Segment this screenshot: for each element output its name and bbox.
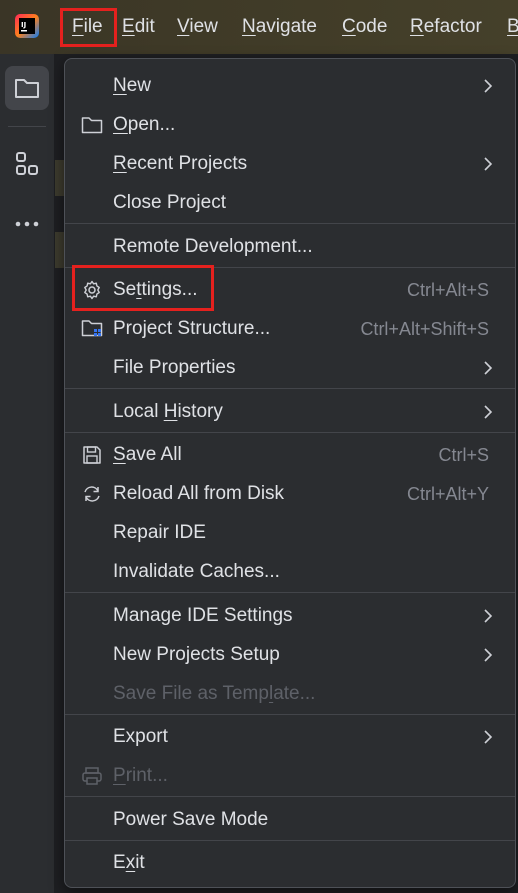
chevron-right-icon [484, 730, 493, 744]
project-structure-icon [81, 319, 103, 339]
menu-edit[interactable]: Edit [122, 0, 155, 54]
folder-icon [15, 79, 39, 98]
menu-item-label: Save File as Template... [113, 683, 316, 704]
menu-item-new-projects-setup[interactable]: New Projects Setup [65, 637, 515, 673]
more-tools-button[interactable] [5, 202, 49, 246]
menu-separator [65, 388, 515, 389]
menu-separator [65, 796, 515, 797]
chevron-right-icon [484, 361, 493, 375]
menu-item-shortcut: Ctrl+Alt+Shift+S [360, 318, 489, 339]
menu-file[interactable]: File [72, 0, 103, 54]
menu-item-label: Close Project [113, 192, 226, 213]
menu-item-label: Reload All from Disk [113, 483, 285, 504]
menu-item-shortcut: Ctrl+Alt+Y [406, 483, 489, 504]
menu-separator [65, 714, 515, 715]
menu-view[interactable]: View [177, 0, 218, 54]
menu-item-label: Invalidate Caches... [113, 561, 280, 582]
project-tool-button[interactable] [5, 66, 49, 110]
menu-item-print: Print... [65, 758, 515, 794]
file-menu-dropdown: New Open... Recent Projects Close Projec… [64, 58, 516, 888]
structure-icon [16, 152, 38, 175]
chevron-right-icon [484, 609, 493, 623]
chevron-right-icon [484, 157, 493, 171]
left-tool-strip [0, 54, 55, 893]
menu-item-remote-development[interactable]: Remote Development... [65, 229, 515, 265]
menu-item-label: New Projects Setup [113, 644, 280, 665]
menu-item-label: Power Save Mode [113, 809, 269, 830]
menu-item-label: Settings... [113, 279, 198, 300]
menu-refactor[interactable]: Refactor [410, 0, 482, 54]
menu-separator [65, 432, 515, 433]
menu-item-close-project[interactable]: Close Project [65, 185, 515, 221]
menu-item-label: Repair IDE [113, 522, 206, 543]
menu-item-settings[interactable]: Settings... Ctrl+Alt+S [65, 272, 515, 308]
menu-item-label: Manage IDE Settings [113, 605, 293, 626]
menu-item-open[interactable]: Open... [65, 107, 515, 143]
menu-separator [65, 267, 515, 268]
menu-item-label: Remote Development... [113, 236, 313, 257]
menu-separator [65, 840, 515, 841]
chevron-right-icon [484, 79, 493, 93]
menu-item-label: Export [113, 726, 168, 747]
menu-item-label: Print... [113, 765, 168, 786]
refresh-icon [81, 484, 103, 504]
menu-build[interactable]: B [507, 0, 518, 54]
tool-strip-separator [8, 126, 46, 127]
more-icon [15, 221, 39, 227]
main-menu-bar: IJ File Edit View Navigate Code Refactor… [0, 0, 518, 54]
menu-item-recent-projects[interactable]: Recent Projects [65, 146, 515, 182]
menu-item-reload-all[interactable]: Reload All from Disk Ctrl+Alt+Y [65, 476, 515, 512]
menu-item-repair-ide[interactable]: Repair IDE [65, 515, 515, 551]
menu-item-label: Project Structure... [113, 318, 271, 339]
menu-separator [65, 223, 515, 224]
menu-separator [65, 592, 515, 593]
menu-item-label: Exit [113, 852, 145, 873]
menu-navigate[interactable]: Navigate [242, 0, 317, 54]
menu-item-export[interactable]: Export [65, 719, 515, 755]
menu-item-shortcut: Ctrl+Alt+S [406, 279, 489, 300]
menu-item-power-save-mode[interactable]: Power Save Mode [65, 802, 515, 838]
menu-item-project-structure[interactable]: Project Structure... Ctrl+Alt+Shift+S [65, 311, 515, 347]
menu-item-manage-ide-settings[interactable]: Manage IDE Settings [65, 598, 515, 634]
menu-item-new[interactable]: New [65, 68, 515, 104]
chevron-right-icon [484, 648, 493, 662]
save-icon [81, 445, 103, 465]
intellij-logo-icon: IJ [15, 14, 39, 38]
menu-item-save-all[interactable]: Save All Ctrl+S [65, 437, 515, 473]
menu-item-invalidate-caches[interactable]: Invalidate Caches... [65, 554, 515, 590]
menu-item-file-properties[interactable]: File Properties [65, 350, 515, 386]
structure-tool-button[interactable] [5, 142, 49, 186]
menu-item-label: Local History [113, 401, 223, 422]
printer-icon [81, 766, 103, 786]
menu-code[interactable]: Code [342, 0, 387, 54]
gear-icon [81, 280, 103, 300]
menu-item-label: File Properties [113, 357, 236, 378]
menu-item-label: Save All [113, 444, 182, 465]
menu-item-shortcut: Ctrl+S [438, 444, 489, 465]
menu-item-label: Recent Projects [113, 153, 248, 174]
menu-item-label: New [113, 75, 152, 96]
menu-item-exit[interactable]: Exit [65, 845, 515, 881]
logo-text: IJ [21, 21, 26, 29]
menu-item-local-history[interactable]: Local History [65, 394, 515, 430]
menu-item-label: Open... [113, 114, 176, 135]
folder-icon [81, 115, 103, 135]
menu-item-save-file-as-template: Save File as Template... [65, 676, 515, 712]
chevron-right-icon [484, 405, 493, 419]
